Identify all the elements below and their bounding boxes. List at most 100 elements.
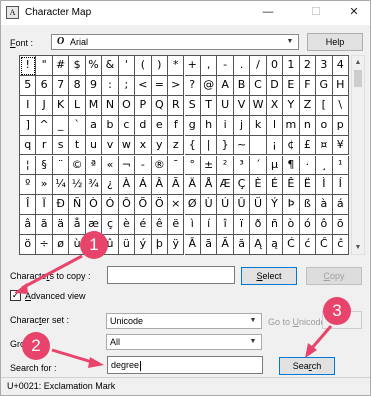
character-cell[interactable]: È <box>250 175 267 196</box>
character-cell[interactable]: | <box>200 135 218 156</box>
character-cell[interactable]: â <box>20 215 37 236</box>
character-cell[interactable]: ¨ <box>52 155 70 176</box>
character-cell[interactable]: Ą <box>250 235 267 255</box>
character-cell[interactable]: x <box>135 135 152 156</box>
character-cell[interactable]: E <box>283 75 300 96</box>
character-cell[interactable]: Þ <box>283 195 300 216</box>
help-button[interactable]: Help <box>307 33 363 51</box>
character-cell[interactable]: õ <box>332 215 349 236</box>
character-cell[interactable]: : <box>102 75 119 96</box>
character-cell[interactable]: 5 <box>20 75 37 96</box>
advanced-view-label[interactable]: Advanced view <box>25 291 86 301</box>
character-cell[interactable]: < <box>135 75 152 96</box>
character-cell[interactable]: 6 <box>36 75 53 96</box>
character-cell[interactable]: ] <box>20 115 37 136</box>
character-cell[interactable]: H <box>332 75 349 96</box>
character-cell[interactable]: À <box>118 175 136 196</box>
character-cell[interactable]: Ç <box>233 175 251 196</box>
character-cell[interactable]: @ <box>200 75 218 96</box>
character-cell[interactable]: l <box>266 115 284 136</box>
character-cell[interactable]: ½ <box>69 175 86 196</box>
character-cell[interactable]: Û <box>233 195 251 216</box>
character-cell[interactable]: ą <box>266 235 284 255</box>
character-cell[interactable]: å <box>69 215 86 236</box>
character-cell[interactable]: ç <box>102 215 119 236</box>
search-input[interactable]: degree <box>107 356 263 374</box>
character-cell[interactable]: ÷ <box>36 235 53 255</box>
character-cell[interactable]: Ã <box>168 175 185 196</box>
character-cell[interactable]: ì <box>184 215 201 236</box>
character-cell[interactable]: í <box>200 215 218 236</box>
character-cell[interactable]: ć <box>299 235 317 255</box>
character-cell[interactable]: t <box>69 135 86 156</box>
character-cell[interactable]: ĉ <box>332 235 349 255</box>
character-cell[interactable]: Â <box>151 175 169 196</box>
character-cell[interactable]: ó <box>299 215 317 236</box>
character-cell[interactable]: D <box>266 75 284 96</box>
character-cell[interactable]: Ó <box>102 195 119 216</box>
character-cell[interactable]: ò <box>283 215 300 236</box>
character-cell[interactable]: Q <box>151 95 169 116</box>
character-cell[interactable]: # <box>52 56 70 76</box>
character-cell[interactable]: 1 <box>283 56 300 76</box>
character-cell[interactable]: d <box>135 115 152 136</box>
character-cell[interactable]: Ò <box>85 195 103 216</box>
character-cell[interactable]: · <box>299 155 317 176</box>
character-cell[interactable]: - <box>217 56 234 76</box>
character-cell[interactable]: a <box>85 115 103 136</box>
character-cell[interactable]: p <box>332 115 349 136</box>
character-cell[interactable]: ā <box>200 235 218 255</box>
scroll-down-icon[interactable]: ▼ <box>352 241 364 254</box>
title-bar[interactable]: A Character Map — ☐ ✕ <box>1 1 370 25</box>
character-cell[interactable]: Z <box>299 95 317 116</box>
character-cell[interactable]: ! <box>20 56 37 76</box>
character-cell[interactable]: Ø <box>184 195 201 216</box>
character-cell[interactable]: ă <box>233 235 251 255</box>
character-cell[interactable]: ¸ <box>316 155 333 176</box>
character-cell[interactable]: / <box>250 56 267 76</box>
character-cell[interactable]: b <box>102 115 119 136</box>
character-cell[interactable]: U <box>217 95 234 116</box>
character-cell[interactable]: } <box>217 135 234 156</box>
character-cell[interactable]: B <box>233 75 251 96</box>
character-cell[interactable]: ° <box>184 155 201 176</box>
character-cell[interactable]: ¡ <box>266 135 284 156</box>
character-cell[interactable]: Ā <box>184 235 201 255</box>
character-cell[interactable]: Ĉ <box>316 235 333 255</box>
character-cell[interactable]: 7 <box>52 75 70 96</box>
character-cell[interactable]: A <box>217 75 234 96</box>
character-cell[interactable]: Î <box>20 195 37 216</box>
character-cell[interactable]: Í <box>332 175 349 196</box>
character-cell[interactable]: © <box>69 155 86 176</box>
close-button[interactable]: ✕ <box>339 1 369 23</box>
character-cell[interactable]: ¥ <box>332 135 349 156</box>
character-cell[interactable]: P <box>135 95 152 116</box>
character-cell[interactable]: \ <box>332 95 349 116</box>
character-cell[interactable]: Ö <box>151 195 169 216</box>
character-cell[interactable]: s <box>52 135 70 156</box>
character-cell[interactable]: » <box>36 175 53 196</box>
character-cell[interactable]: ~ <box>233 135 251 156</box>
character-cell[interactable]: à <box>316 195 333 216</box>
character-cell[interactable]: X <box>266 95 284 116</box>
character-cell[interactable]: Ê <box>283 175 300 196</box>
character-cell[interactable]: Ì <box>316 175 333 196</box>
character-cell[interactable]: K <box>52 95 70 116</box>
character-cell[interactable]: R <box>168 95 185 116</box>
character-cell[interactable]: ü <box>118 235 136 255</box>
character-cell[interactable]: ` <box>69 115 86 136</box>
character-cell[interactable]: ³ <box>233 155 251 176</box>
character-cell[interactable]: ê <box>151 215 169 236</box>
character-cell[interactable]: µ <box>266 155 284 176</box>
character-cell[interactable]: W <box>250 95 267 116</box>
font-select[interactable]: O Arial ▼ <box>51 34 299 50</box>
character-cell[interactable]: é <box>135 215 152 236</box>
character-cell[interactable]: ä <box>52 215 70 236</box>
character-cell[interactable]: ã <box>36 215 53 236</box>
character-cell[interactable]: ð <box>250 215 267 236</box>
character-cell[interactable]: ¶ <box>283 155 300 176</box>
character-cell[interactable]: ø <box>52 235 70 255</box>
character-cell[interactable]: ; <box>118 75 136 96</box>
character-cell[interactable]: > <box>168 75 185 96</box>
character-cell[interactable]: Ô <box>118 195 136 216</box>
